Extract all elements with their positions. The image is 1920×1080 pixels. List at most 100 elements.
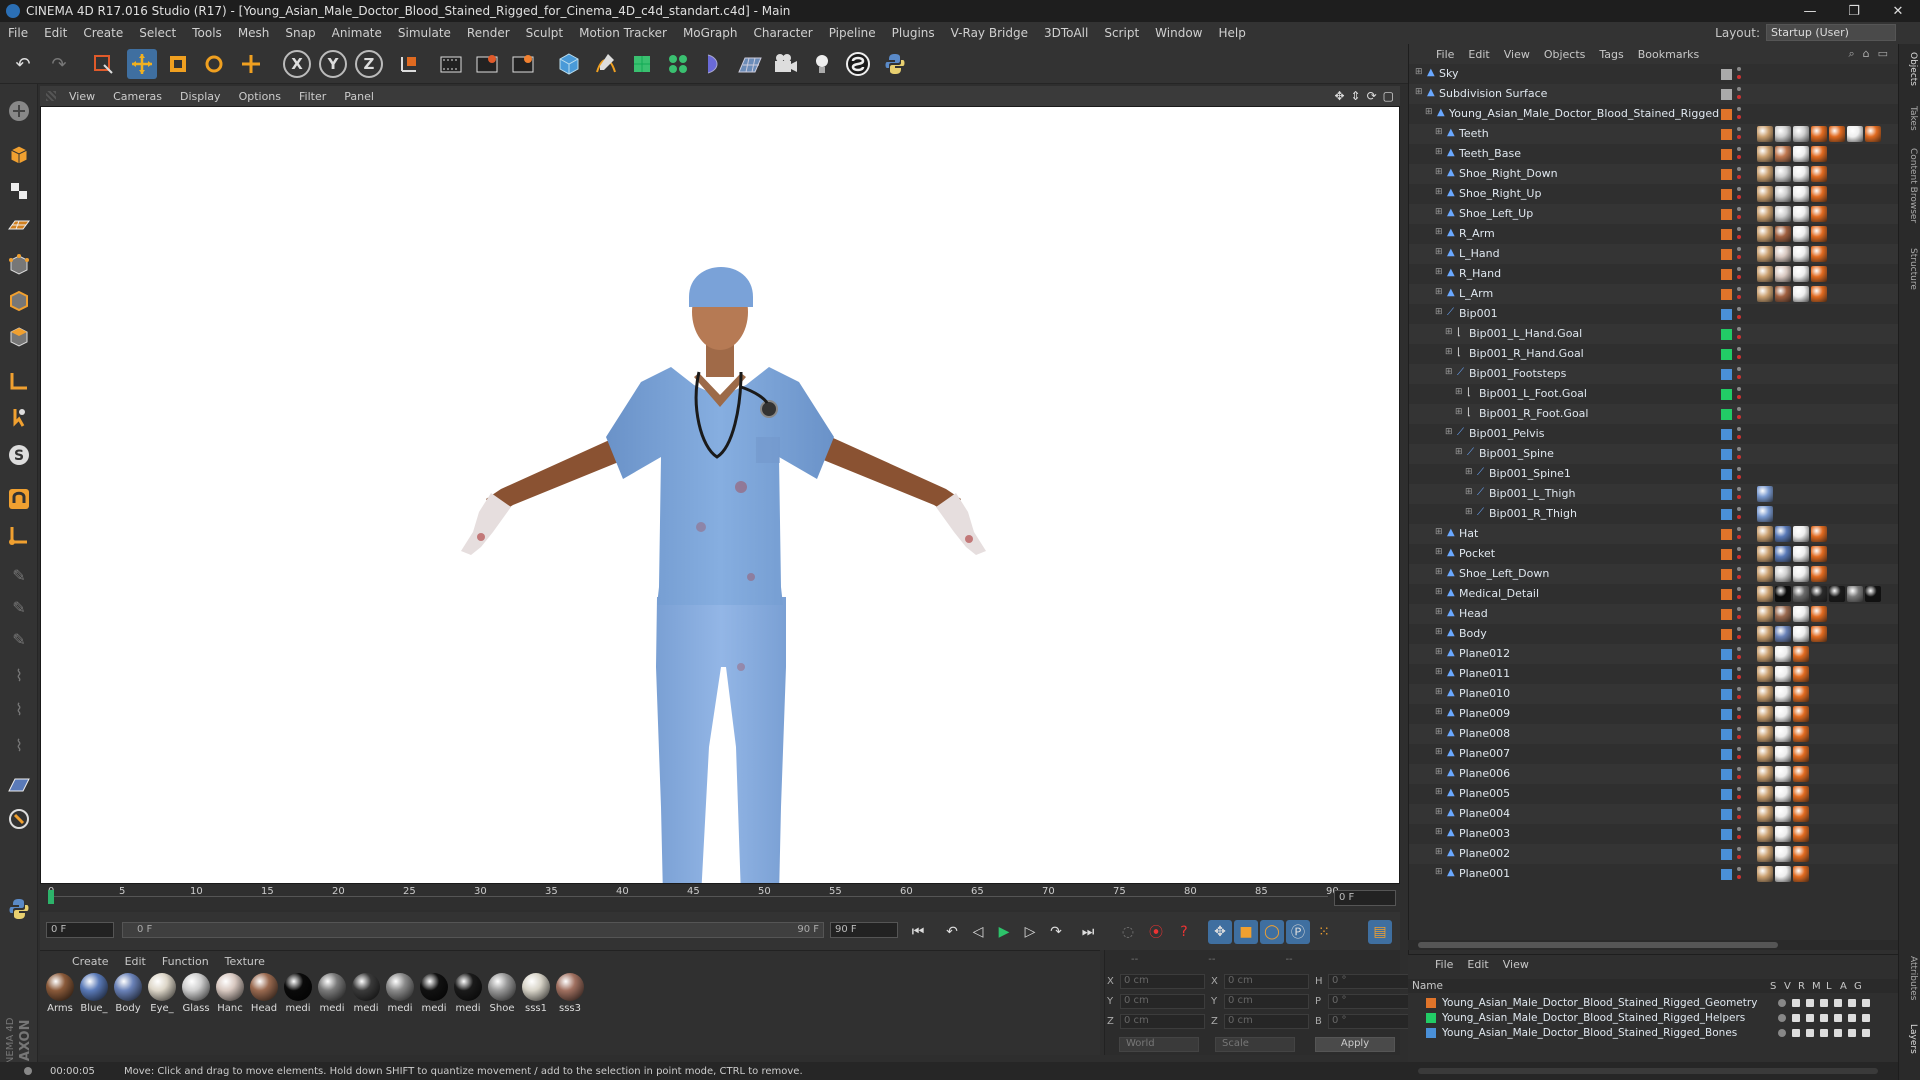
layer-color-swatch[interactable] [1721, 669, 1732, 680]
tag-icon[interactable] [1757, 566, 1773, 582]
layer-color-swatch[interactable] [1721, 529, 1732, 540]
render-visibility-dot[interactable] [1737, 295, 1741, 299]
cube-icon[interactable] [554, 49, 584, 79]
coord-value-field[interactable]: 0 cm [1224, 1014, 1309, 1029]
tag-icon[interactable] [1775, 206, 1791, 222]
render-visibility-dot[interactable] [1737, 475, 1741, 479]
editor-visibility-dot[interactable] [1737, 167, 1741, 171]
layer-color-swatch[interactable] [1721, 789, 1732, 800]
tag-icon[interactable] [1775, 706, 1791, 722]
minimize-button[interactable]: — [1788, 4, 1832, 19]
tag-icon[interactable] [1775, 226, 1791, 242]
expand-icon[interactable]: ⊞ [1435, 827, 1443, 837]
expand-icon[interactable]: ⊞ [1435, 147, 1443, 157]
material-swatch[interactable]: sss1 [520, 973, 552, 1014]
object-row[interactable]: ⊞ ▲ Sky [1409, 64, 1899, 84]
layer-toggle-icon[interactable] [1862, 1013, 1870, 1022]
render-visibility-dot[interactable] [1737, 875, 1741, 879]
polygons-mode-icon[interactable] [4, 322, 34, 352]
layer-color-swatch[interactable] [1721, 409, 1732, 420]
tag-icon[interactable] [1793, 186, 1809, 202]
editor-visibility-dot[interactable] [1737, 587, 1741, 591]
timeline-window-icon[interactable]: ▤ [1368, 920, 1392, 944]
expand-icon[interactable]: ⊞ [1455, 447, 1463, 457]
tag-icon[interactable] [1793, 866, 1809, 882]
viewport-menu-view[interactable]: View [60, 90, 104, 103]
tag-icon[interactable] [1811, 146, 1827, 162]
editor-visibility-dot[interactable] [1737, 107, 1741, 111]
tag-icon[interactable] [1775, 726, 1791, 742]
object-row[interactable]: ⊞ ▲ Shoe_Left_Down [1409, 564, 1899, 584]
tag-icon[interactable] [1847, 586, 1863, 602]
menu-sculpt[interactable]: Sculpt [518, 26, 571, 40]
menu-3dtoall[interactable]: 3DToAll [1036, 26, 1096, 40]
render-visibility-dot[interactable] [1737, 835, 1741, 839]
layer-menu-edit[interactable]: Edit [1460, 958, 1495, 971]
go-to-start-icon[interactable]: ⏮ [906, 920, 930, 944]
editor-visibility-dot[interactable] [1737, 427, 1741, 431]
sculpt-pull-icon[interactable]: ⌇ [4, 694, 34, 724]
object-row[interactable]: ⊞ ▲ Teeth_Base [1409, 144, 1899, 164]
material-swatch[interactable]: medi [316, 973, 348, 1014]
tag-icon[interactable] [1775, 806, 1791, 822]
expand-icon[interactable]: ⊞ [1435, 687, 1443, 697]
expand-icon[interactable]: ⊞ [1435, 527, 1443, 537]
tag-icon[interactable] [1793, 826, 1809, 842]
render-visibility-dot[interactable] [1737, 795, 1741, 799]
render-visibility-dot[interactable] [1737, 75, 1741, 79]
maximize-button[interactable]: ❐ [1832, 4, 1876, 19]
tag-icon[interactable] [1757, 486, 1773, 502]
expand-icon[interactable]: ⊞ [1435, 227, 1443, 237]
layer-toggle-icon[interactable] [1806, 1013, 1814, 1022]
next-frame-icon[interactable]: ▷ [1018, 920, 1042, 944]
layer-color-swatch[interactable] [1721, 329, 1732, 340]
z-axis-icon[interactable]: Z [355, 50, 383, 78]
editor-visibility-dot[interactable] [1737, 367, 1741, 371]
menu-animate[interactable]: Animate [324, 26, 390, 40]
tag-icon[interactable] [1775, 166, 1791, 182]
current-frame-field[interactable]: 0 F [1334, 890, 1396, 906]
editor-visibility-dot[interactable] [1737, 207, 1741, 211]
object-row[interactable]: ⊞ ▲ Teeth [1409, 124, 1899, 144]
menu-mesh[interactable]: Mesh [230, 26, 278, 40]
layer-color-swatch[interactable] [1721, 829, 1732, 840]
object-row[interactable]: ⊞ ▲ Plane012 [1409, 644, 1899, 664]
tag-icon[interactable] [1811, 166, 1827, 182]
editor-visibility-dot[interactable] [1737, 787, 1741, 791]
layer-color-swatch[interactable] [1721, 509, 1732, 520]
editor-visibility-dot[interactable] [1737, 487, 1741, 491]
redo-icon[interactable]: ↷ [44, 49, 74, 79]
tag-icon[interactable] [1775, 126, 1791, 142]
tag-icon[interactable] [1793, 566, 1809, 582]
x-axis-icon[interactable]: X [283, 50, 311, 78]
menu-tools[interactable]: Tools [184, 26, 230, 40]
layer-color-swatch[interactable] [1721, 809, 1732, 820]
tag-icon[interactable] [1775, 286, 1791, 302]
tag-icon[interactable] [1775, 546, 1791, 562]
material-swatch[interactable]: medi [384, 973, 416, 1014]
layer-toggle-icon[interactable] [1778, 1013, 1786, 1022]
layer-color-swatch[interactable] [1721, 349, 1732, 360]
material-swatch[interactable]: Blue_ [78, 973, 110, 1014]
expand-icon[interactable]: ⊞ [1435, 267, 1443, 277]
editor-visibility-dot[interactable] [1737, 727, 1741, 731]
tag-icon[interactable] [1775, 646, 1791, 662]
material-swatch[interactable]: Body [112, 973, 144, 1014]
viewport-menu-options[interactable]: Options [230, 90, 290, 103]
render-visibility-dot[interactable] [1737, 195, 1741, 199]
layer-color-swatch[interactable] [1721, 489, 1732, 500]
tag-icon[interactable] [1775, 666, 1791, 682]
render-visibility-dot[interactable] [1737, 95, 1741, 99]
layer-color-swatch[interactable] [1721, 689, 1732, 700]
object-row[interactable]: ⊞ ▲ Hat [1409, 524, 1899, 544]
layer-toggle-icon[interactable] [1848, 998, 1856, 1007]
tag-icon[interactable] [1793, 766, 1809, 782]
layer-color-swatch[interactable] [1721, 289, 1732, 300]
tag-icon[interactable] [1775, 246, 1791, 262]
tab-layers[interactable]: Layers [1902, 1024, 1918, 1054]
snap-icon[interactable]: S [4, 440, 34, 470]
layer-row[interactable]: Young_Asian_Male_Doctor_Blood_Stained_Ri… [1408, 1025, 1898, 1040]
tag-icon[interactable] [1757, 526, 1773, 542]
layer-toggle-icon[interactable] [1820, 1013, 1828, 1022]
tag-icon[interactable] [1757, 126, 1773, 142]
